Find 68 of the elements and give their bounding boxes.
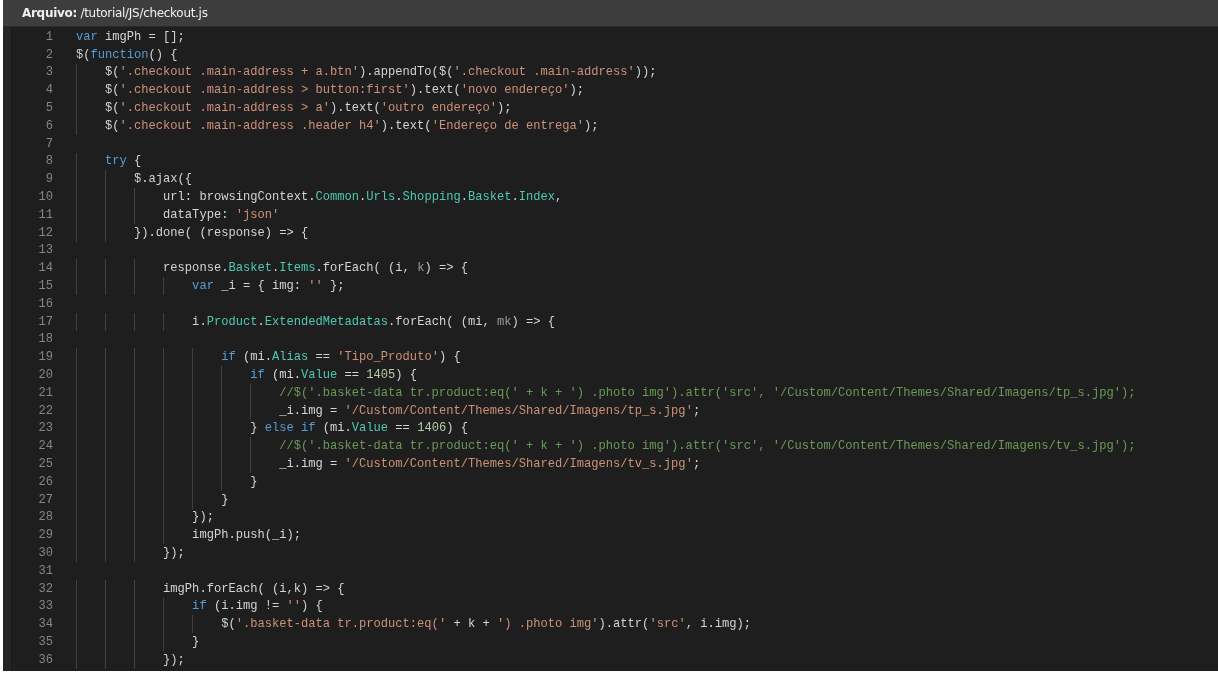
line-number: 31 <box>37 563 54 578</box>
line-number: 2 <box>44 47 54 62</box>
code-line: } <box>191 635 200 649</box>
code-line: i.Product.ExtendedMetadatas.forEach( (mi, mk) => { <box>191 314 556 329</box>
line-number: 13 <box>37 243 54 258</box>
code-line: dataType: 'json' <box>162 207 280 222</box>
code-line: if (mi.Alias == 'Tipo_Produto') { <box>220 350 461 365</box>
file-path: Arquivo: /tutorial/JS/checkout.js <box>22 6 208 20</box>
code-line: } <box>220 492 229 507</box>
code-line: $('.checkout .main-address > button:first').text('novo endereço'); <box>104 83 585 98</box>
line-number: 24 <box>37 439 54 454</box>
line-number: 32 <box>37 581 54 596</box>
line-number: 12 <box>37 225 54 240</box>
line-number: 18 <box>37 332 54 347</box>
code-line: } else if (mi.Value == 1406) { <box>249 421 468 436</box>
line-number: 4 <box>44 83 54 98</box>
code-line: //$('.basket-data tr.product:eq(' + k + ') .photo img').attr('src', '/Custom/Content/Themes/Shared/Imagens/tv_s.jpg'); <box>278 439 1136 454</box>
line-number: 10 <box>37 190 54 205</box>
line-number: 15 <box>37 279 54 294</box>
line-number: 21 <box>37 385 54 400</box>
line-number: 5 <box>44 101 54 116</box>
code-line: $('.basket-data tr.product:eq(' + k + ') .photo img').attr('src', i.img); <box>220 617 751 632</box>
code-line: $('.checkout .main-address + a.btn').appendTo($('.checkout .main-address')); <box>104 65 657 80</box>
line-number: 25 <box>37 457 54 471</box>
code-line: if (mi.Value == 1405) { <box>249 368 418 383</box>
line-number: 20 <box>37 368 54 383</box>
line-number: 34 <box>37 617 54 632</box>
code-line: _i.img = '/Custom/Content/Themes/Shared/Imagens/tv_s.jpg'; <box>278 457 701 471</box>
line-number: 26 <box>37 474 54 489</box>
code-line: $('.checkout .main-address > a').text('outro endereço'); <box>104 101 512 116</box>
line-number: 1 <box>44 29 54 44</box>
code-line: _i.img = '/Custom/Content/Themes/Shared/Imagens/tp_s.jpg'; <box>278 403 701 418</box>
line-number: 29 <box>37 528 54 543</box>
line-number: 16 <box>37 296 54 311</box>
code-line: $.ajax({ <box>133 172 193 187</box>
line-number: 23 <box>37 421 54 436</box>
code-line: url: browsingContext.Common.Urls.Shopping.Basket.Index, <box>162 190 563 205</box>
code-line: var _i = { img: '' }; <box>191 279 345 294</box>
code-line: imgPh.forEach( (i,k) => { <box>162 581 345 596</box>
line-number: 19 <box>37 350 54 365</box>
line-number: 36 <box>37 652 54 667</box>
code-line: } <box>249 474 258 489</box>
line-number: 27 <box>37 492 54 507</box>
code-line: try { <box>104 154 142 169</box>
code-line: }).done( (response) => { <box>133 225 309 240</box>
code-line: }); <box>162 546 185 560</box>
code-line: $('.checkout .main-address .header h4').text('Endereço de entrega'); <box>104 118 599 133</box>
code-line: if (i.img != '') { <box>191 599 323 614</box>
code-line: var imgPh = []; <box>76 29 185 44</box>
line-number: 17 <box>37 314 54 329</box>
code-line: }); <box>191 510 214 525</box>
line-number: 14 <box>37 261 54 276</box>
line-number: 11 <box>37 207 54 222</box>
line-number: 28 <box>37 510 54 525</box>
code-line: //$('.basket-data tr.product:eq(' + k + ') .photo img').attr('src', '/Custom/Content/Themes/Shared/Imagens/tp_s.jpg'); <box>278 385 1136 400</box>
line-number: 30 <box>37 546 54 560</box>
line-number: 33 <box>37 599 54 614</box>
code-line: response.Basket.Items.forEach( (i, k) => { <box>162 261 468 276</box>
line-number: 22 <box>37 403 54 418</box>
code-line: imgPh.push(_i); <box>191 528 301 543</box>
line-number: 3 <box>44 65 54 80</box>
code-line: }); <box>162 652 185 667</box>
line-number: 35 <box>37 635 54 649</box>
line-number: 7 <box>44 136 54 151</box>
line-number: 8 <box>44 154 54 169</box>
code-line: $(function() { <box>76 47 178 62</box>
line-number: 9 <box>44 172 54 187</box>
line-number: 6 <box>44 118 54 133</box>
